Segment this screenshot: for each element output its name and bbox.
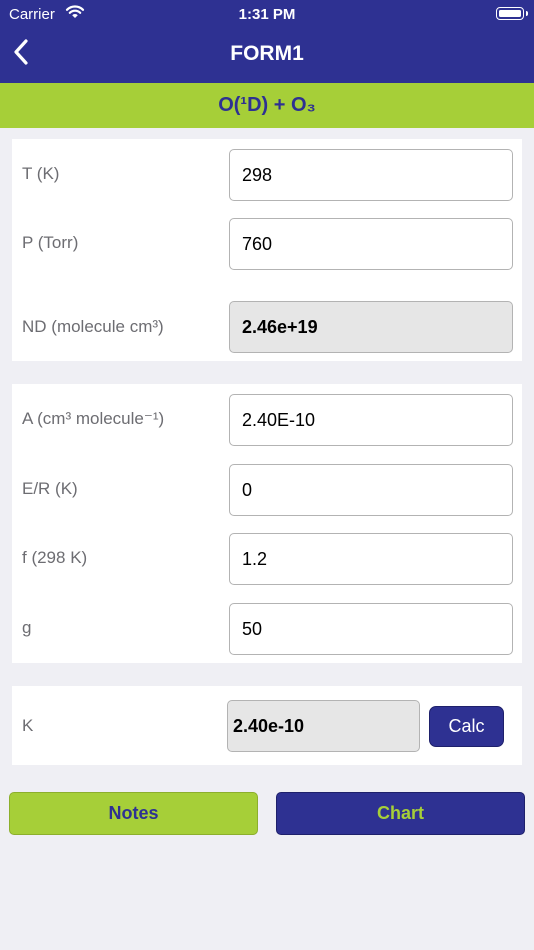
g-label: g (22, 618, 32, 637)
number-density-label: ND (molecule cm³) (22, 317, 164, 336)
f-298-label: f (298 K) (22, 548, 88, 567)
e-over-r-label: E/R (K) (22, 479, 78, 498)
status-time: 1:31 PM (238, 6, 296, 23)
conditions-section: T (K) P (Torr) ND (molecule cm³) 2.46e+1… (12, 139, 522, 361)
a-factor-input[interactable] (229, 394, 513, 446)
calc-button[interactable]: Calc (429, 706, 504, 747)
pressure-row: P (Torr) (12, 218, 522, 270)
reaction-bar: O(¹D) + O₃ (0, 83, 534, 128)
chart-button[interactable]: Chart (276, 792, 525, 835)
g-input[interactable] (229, 603, 513, 655)
a-factor-label: A (cm³ molecule⁻¹) (22, 409, 165, 428)
number-density-row: ND (molecule cm³) 2.46e+19 (12, 301, 522, 353)
pressure-input[interactable] (229, 218, 513, 270)
e-over-r-row: E/R (K) (12, 464, 522, 516)
a-factor-row: A (cm³ molecule⁻¹) (12, 394, 522, 446)
result-section: K 2.40e-10 Calc (12, 686, 522, 765)
e-over-r-input[interactable] (229, 464, 513, 516)
parameters-section: A (cm³ molecule⁻¹) E/R (K) f (298 K) g (12, 384, 522, 663)
g-row: g (12, 603, 522, 655)
rate-constant-label: K (22, 716, 34, 735)
f-298-row: f (298 K) (12, 533, 522, 585)
status-bar: Carrier 1:31 PM (0, 0, 534, 28)
temperature-row: T (K) (12, 149, 522, 201)
pressure-label: P (Torr) (22, 233, 79, 252)
temperature-input[interactable] (229, 149, 513, 201)
notes-button[interactable]: Notes (9, 792, 258, 835)
page-title: FORM1 (230, 42, 304, 65)
nav-bar: Carrier 1:31 PM FORM1 (0, 0, 534, 83)
f-298-input[interactable] (229, 533, 513, 585)
battery-icon (496, 7, 528, 20)
temperature-label: T (K) (22, 164, 60, 183)
reaction-label: O(¹D) + O₃ (218, 94, 316, 116)
rate-constant-value: 2.40e-10 (227, 700, 420, 752)
number-density-value: 2.46e+19 (229, 301, 513, 353)
